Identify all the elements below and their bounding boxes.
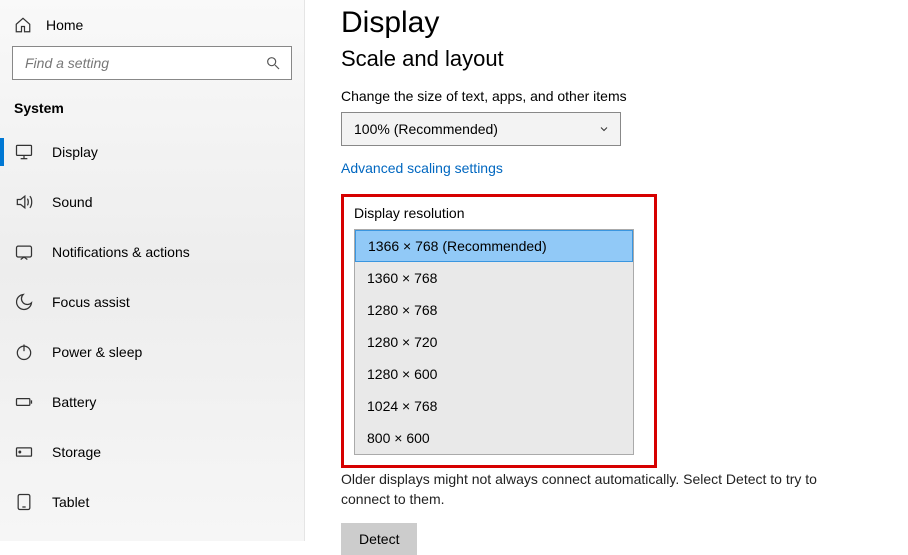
sidebar: Home System Display Sound	[0, 0, 305, 541]
search-icon	[265, 55, 281, 71]
resolution-option[interactable]: 1024 × 768	[355, 390, 633, 422]
home-label: Home	[46, 17, 83, 33]
resolution-label: Display resolution	[354, 205, 644, 221]
tablet-icon	[14, 492, 34, 512]
sidebar-item-label: Display	[52, 144, 98, 160]
sidebar-item-label: Notifications & actions	[52, 244, 190, 260]
sidebar-item-notifications[interactable]: Notifications & actions	[0, 230, 304, 274]
resolution-option[interactable]: 1280 × 768	[355, 294, 633, 326]
sidebar-item-label: Storage	[52, 444, 101, 460]
scale-value: 100% (Recommended)	[354, 121, 498, 137]
power-icon	[14, 342, 34, 362]
notification-icon	[14, 242, 34, 262]
resolution-option[interactable]: 1280 × 720	[355, 326, 633, 358]
storage-icon	[14, 442, 34, 462]
scale-label: Change the size of text, apps, and other…	[341, 88, 880, 104]
page-title: Display	[341, 6, 880, 40]
monitor-icon	[14, 142, 34, 162]
sidebar-item-label: Battery	[52, 394, 96, 410]
chevron-down-icon	[598, 123, 610, 135]
home-icon	[14, 16, 32, 34]
sidebar-item-label: Power & sleep	[52, 344, 142, 360]
resolution-option[interactable]: 1360 × 768	[355, 262, 633, 294]
section-title: Scale and layout	[341, 46, 880, 72]
home-nav[interactable]: Home	[0, 8, 304, 46]
moon-icon	[14, 292, 34, 312]
group-title: System	[0, 96, 304, 130]
detect-note: Older displays might not always connect …	[341, 470, 841, 509]
sidebar-item-battery[interactable]: Battery	[0, 380, 304, 424]
detect-button[interactable]: Detect	[341, 523, 417, 555]
battery-icon	[14, 392, 34, 412]
main-panel: Display Scale and layout Change the size…	[305, 0, 908, 541]
sidebar-item-storage[interactable]: Storage	[0, 430, 304, 474]
sound-icon	[14, 192, 34, 212]
search-box[interactable]	[12, 46, 292, 80]
sidebar-item-display[interactable]: Display	[0, 130, 304, 174]
sidebar-item-label: Focus assist	[52, 294, 130, 310]
sidebar-item-label: Sound	[52, 194, 92, 210]
sidebar-item-power-sleep[interactable]: Power & sleep	[0, 330, 304, 374]
search-input[interactable]	[23, 54, 265, 72]
sidebar-item-sound[interactable]: Sound	[0, 180, 304, 224]
resolution-option[interactable]: 800 × 600	[355, 422, 633, 454]
scale-dropdown[interactable]: 100% (Recommended)	[341, 112, 621, 146]
resolution-highlight-box: Display resolution 1366 × 768 (Recommend…	[341, 194, 657, 468]
resolution-option[interactable]: 1280 × 600	[355, 358, 633, 390]
resolution-dropdown[interactable]: 1366 × 768 (Recommended) 1360 × 768 1280…	[354, 229, 634, 455]
resolution-option[interactable]: 1366 × 768 (Recommended)	[355, 230, 633, 262]
sidebar-item-label: Tablet	[52, 494, 89, 510]
sidebar-item-focus-assist[interactable]: Focus assist	[0, 280, 304, 324]
sidebar-item-tablet[interactable]: Tablet	[0, 480, 304, 524]
advanced-scaling-link[interactable]: Advanced scaling settings	[341, 160, 503, 176]
